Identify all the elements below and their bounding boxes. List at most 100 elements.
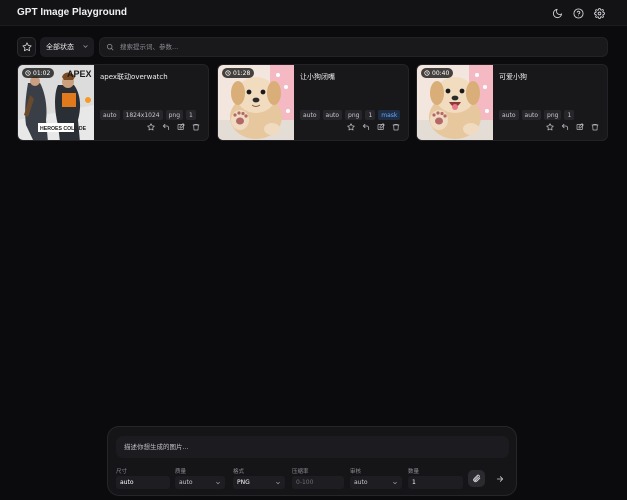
tag-count: 1 [186, 110, 196, 120]
paperclip-icon [473, 474, 481, 483]
clock-icon [225, 70, 231, 76]
count-label: 数量 [408, 469, 420, 475]
elapsed-time-badge: 01:28 [222, 68, 255, 78]
help-icon[interactable] [572, 7, 584, 19]
tag-quality: auto [100, 110, 120, 120]
gear-icon[interactable] [593, 7, 605, 19]
card-prompt-title: 让小狗闭嘴 [300, 73, 335, 81]
header-actions [551, 7, 605, 19]
chevron-down-icon [393, 481, 397, 485]
elapsed-time: 01:02 [33, 69, 51, 77]
arrow-right-icon [496, 475, 503, 482]
quality-select[interactable]: auto [175, 476, 225, 489]
apex-poster-thumbnail[interactable]: APEX HEROES COLLIDE 01:02 [18, 65, 94, 140]
svg-text:HEROES COLLIDE: HEROES COLLIDE [40, 126, 87, 132]
task-card[interactable]: APEX HEROES COLLIDE 01:02 apex联动overwatc… [17, 64, 209, 141]
edit-icon[interactable] [177, 123, 185, 131]
tag-format: png [165, 110, 184, 120]
quality-value: auto [179, 479, 193, 486]
app-title: GPT Image Playground [17, 7, 128, 18]
star-icon [21, 42, 32, 52]
tag-format: png [544, 110, 562, 120]
tag-count: 1 [365, 110, 376, 120]
size-input[interactable]: auto [116, 476, 170, 489]
card-tags: auto auto png 1 [499, 110, 575, 120]
search-icon [106, 43, 114, 51]
compression-label: 压缩率 [292, 469, 309, 475]
tag-size: auto [521, 110, 542, 120]
svg-text:APEX: APEX [67, 69, 92, 79]
chevron-down-icon [216, 481, 220, 485]
card-tags: auto 1824x1024 png 1 [100, 110, 196, 120]
moderation-label: 审核 [350, 469, 362, 475]
trash-icon[interactable] [392, 123, 400, 131]
star-icon[interactable] [546, 123, 554, 131]
format-select[interactable]: PNG [233, 476, 285, 489]
tag-mask: mask [378, 110, 401, 120]
trash-icon[interactable] [591, 123, 599, 131]
star-icon[interactable] [147, 123, 155, 131]
app-header: GPT Image Playground [0, 0, 627, 26]
elapsed-time-badge: 01:02 [22, 68, 55, 78]
reuse-icon[interactable] [561, 123, 569, 131]
clock-icon [424, 70, 430, 76]
prompt-input[interactable] [116, 436, 509, 458]
search-box [99, 37, 608, 57]
puppy-thumbnail[interactable]: 01:28 [218, 65, 294, 140]
card-actions [147, 123, 200, 131]
edit-icon[interactable] [377, 123, 385, 131]
task-card[interactable]: 01:28 让小狗闭嘴 auto auto png 1 mask [217, 64, 409, 141]
task-card[interactable]: 00:40 可爱小狗 auto auto png 1 [416, 64, 608, 141]
reuse-icon[interactable] [162, 123, 170, 131]
format-value: PNG [237, 479, 250, 486]
quality-label: 质量 [175, 469, 187, 475]
status-filter-select[interactable]: 全部状态 [40, 37, 94, 57]
card-actions [546, 123, 599, 131]
tag-quality: auto [300, 110, 320, 120]
puppy-open-mouth-thumbnail[interactable]: 00:40 [417, 65, 493, 140]
count-value: 1 [412, 479, 416, 486]
size-param: 尺寸 auto [116, 467, 170, 489]
tag-quality: auto [499, 110, 519, 120]
count-input[interactable]: 1 [408, 476, 463, 489]
compression-param: 压缩率 0-100 [292, 467, 344, 489]
clock-icon [25, 70, 31, 76]
chevron-down-icon [83, 45, 88, 48]
favorites-filter-button[interactable] [17, 37, 36, 57]
compression-placeholder: 0-100 [296, 479, 314, 486]
reuse-icon[interactable] [362, 123, 370, 131]
prompt-composer: 尺寸 auto 质量 auto 格式 PNG 压缩率 0-100 审核 auto… [107, 426, 517, 496]
chevron-down-icon [276, 481, 280, 485]
status-filter-value: 全部状态 [46, 43, 74, 51]
moderation-value: auto [354, 479, 368, 486]
card-tags: auto auto png 1 mask [300, 110, 401, 120]
elapsed-time-badge: 00:40 [421, 68, 454, 78]
elapsed-time: 01:28 [233, 69, 251, 77]
moderation-select[interactable]: auto [350, 476, 402, 489]
attach-image-button[interactable] [468, 470, 485, 487]
count-param: 数量 1 [408, 467, 463, 489]
tag-size: 1824x1024 [122, 110, 163, 120]
tag-count: 1 [564, 110, 575, 120]
task-card-list: APEX HEROES COLLIDE 01:02 apex联动overwatc… [17, 64, 609, 141]
format-param: 格式 PNG [233, 467, 285, 489]
format-label: 格式 [233, 469, 245, 475]
moderation-param: 审核 auto [350, 467, 402, 489]
trash-icon[interactable] [192, 123, 200, 131]
compression-input[interactable]: 0-100 [292, 476, 344, 489]
tag-size: auto [322, 110, 343, 120]
search-input[interactable] [120, 43, 600, 51]
elapsed-time: 00:40 [432, 69, 450, 77]
card-actions [347, 123, 400, 131]
star-icon[interactable] [347, 123, 355, 131]
edit-icon[interactable] [576, 123, 584, 131]
moon-icon[interactable] [551, 7, 563, 19]
card-prompt-title: 可爱小狗 [499, 73, 527, 81]
size-label: 尺寸 [116, 469, 128, 475]
card-prompt-title: apex联动overwatch [100, 73, 168, 81]
filter-toolbar: 全部状态 [17, 37, 608, 57]
size-value: auto [120, 479, 134, 486]
tag-format: png [345, 110, 363, 120]
send-button[interactable] [491, 470, 508, 487]
quality-param: 质量 auto [175, 467, 225, 489]
